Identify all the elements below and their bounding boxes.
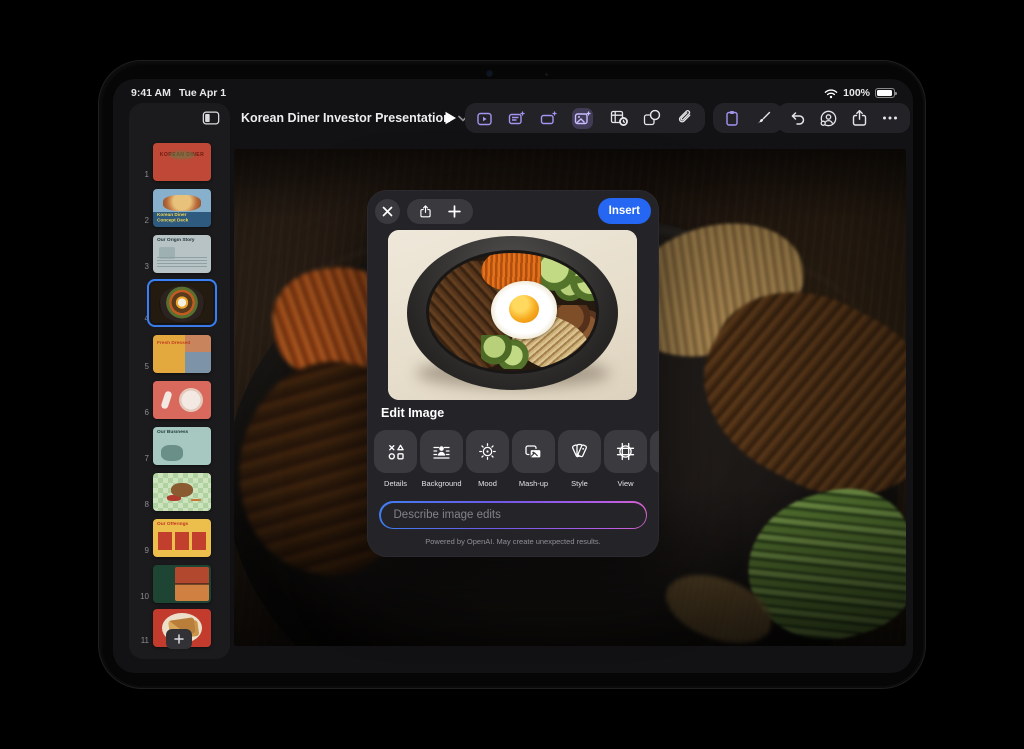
slide-thumbnail-6[interactable] — [153, 381, 211, 419]
slide-row-1: 1 Korean Diner — [129, 143, 230, 181]
image-edit-popup: Insert — [367, 190, 659, 557]
background-icon — [420, 430, 463, 473]
add-shape-icon[interactable] — [540, 110, 557, 127]
tool-details[interactable]: Details — [374, 430, 417, 488]
status-date: Tue Apr 1 — [179, 87, 226, 99]
battery-icon — [875, 88, 895, 98]
screen: 9:41 AM Tue Apr 1 100% — [113, 79, 913, 673]
paste-icon[interactable] — [724, 110, 740, 127]
tool-partial[interactable] — [650, 430, 659, 488]
openai-disclaimer: Powered by OpenAI. May create unexpected… — [367, 537, 659, 546]
add-slide-icon[interactable] — [476, 110, 493, 127]
slide-navigator: 1 Korean Diner 2 Korean Diner Concept De… — [129, 103, 230, 659]
stage: 9:41 AM Tue Apr 1 100% — [0, 0, 1024, 749]
wifi-icon — [824, 88, 838, 99]
add-text-icon[interactable] — [508, 110, 525, 127]
slide-row-5: 5 Fresh Dressed — [129, 335, 230, 373]
sidebar-toggle-icon[interactable] — [202, 110, 220, 126]
status-bar: 9:41 AM Tue Apr 1 100% — [113, 85, 913, 103]
undo-icon[interactable] — [788, 109, 806, 127]
slide-thumbnail-1[interactable]: Korean Diner — [153, 143, 211, 181]
tool-mood[interactable]: Mood — [466, 430, 509, 488]
slide-thumbnail-4-selected[interactable] — [151, 283, 213, 323]
slide-thumbnail-9[interactable]: Our Offerings — [153, 519, 211, 557]
toolbar: Korean Diner Investor Presentation — [113, 103, 913, 137]
shapes-icon[interactable] — [643, 109, 661, 127]
prompt-input[interactable] — [392, 508, 635, 522]
slide-row-7: 7 Our Business — [129, 427, 230, 465]
attachment-icon[interactable] — [676, 109, 694, 127]
collaborate-icon[interactable] — [819, 109, 838, 128]
format-brush-icon[interactable] — [755, 110, 772, 127]
actions-toolbar-group — [777, 103, 910, 133]
slide-row-10: 10 — [129, 565, 230, 603]
view-icon — [604, 430, 647, 473]
slide-row-6: 6 — [129, 381, 230, 419]
more-icon[interactable] — [881, 109, 899, 127]
tool-style[interactable]: Style — [558, 430, 601, 488]
slide-row-9: 9 Our Offerings — [129, 519, 230, 557]
table-icon[interactable] — [610, 109, 628, 127]
close-button[interactable] — [375, 199, 400, 224]
generated-image-preview[interactable] — [388, 230, 637, 400]
details-icon — [374, 430, 417, 473]
add-media-icon[interactable] — [572, 108, 593, 129]
tool-mashup[interactable]: Mash-up — [512, 430, 555, 488]
export-icon[interactable] — [419, 204, 432, 219]
new-image-plus-icon[interactable] — [448, 205, 461, 218]
edit-tools-row: Details Background — [367, 430, 659, 488]
popup-header: Insert — [375, 198, 651, 224]
mashup-icon — [512, 430, 555, 473]
slide-thumbnail-3[interactable]: Our Origin Story — [153, 235, 211, 273]
slide-thumbnail-7[interactable]: Our Business — [153, 427, 211, 465]
format-toolbar-group — [713, 103, 783, 133]
prompt-field-border — [379, 501, 647, 529]
style-icon — [558, 430, 601, 473]
ipad-device-frame: 9:41 AM Tue Apr 1 100% — [98, 60, 926, 689]
slide-number: 1 — [133, 170, 149, 179]
slide-row-8: 8 — [129, 473, 230, 511]
share-icon[interactable] — [851, 109, 868, 127]
selected-slide-outline — [147, 279, 217, 327]
mood-icon — [466, 430, 509, 473]
prompt-field[interactable] — [381, 503, 646, 528]
object-toolbar-group — [599, 103, 705, 133]
play-button[interactable] — [443, 103, 458, 133]
slide-row-4: 4 — [129, 279, 230, 329]
insert-button[interactable]: Insert — [598, 198, 651, 224]
slide-thumbnail-2[interactable]: Korean Diner Concept Deck — [153, 189, 211, 227]
edit-image-heading: Edit Image — [381, 406, 444, 420]
add-slide-button[interactable] — [166, 629, 192, 649]
tool-background[interactable]: Background — [420, 430, 463, 488]
popup-actions-pill — [407, 199, 473, 224]
slide-row-2: 2 Korean Diner Concept Deck — [129, 189, 230, 227]
slide-thumbnail-5[interactable]: Fresh Dressed — [153, 335, 211, 373]
status-time: 9:41 AM — [131, 87, 171, 99]
ambient-sensor — [545, 73, 548, 76]
battery-percent: 100% — [843, 87, 870, 99]
slide-row-3: 3 Our Origin Story — [129, 235, 230, 273]
slide-thumbnail-10[interactable] — [153, 565, 211, 603]
slide-thumbnail-8[interactable] — [153, 473, 211, 511]
tool-view[interactable]: View — [604, 430, 647, 488]
front-camera — [487, 71, 492, 76]
document-title[interactable]: Korean Diner Investor Presentation — [241, 103, 468, 133]
